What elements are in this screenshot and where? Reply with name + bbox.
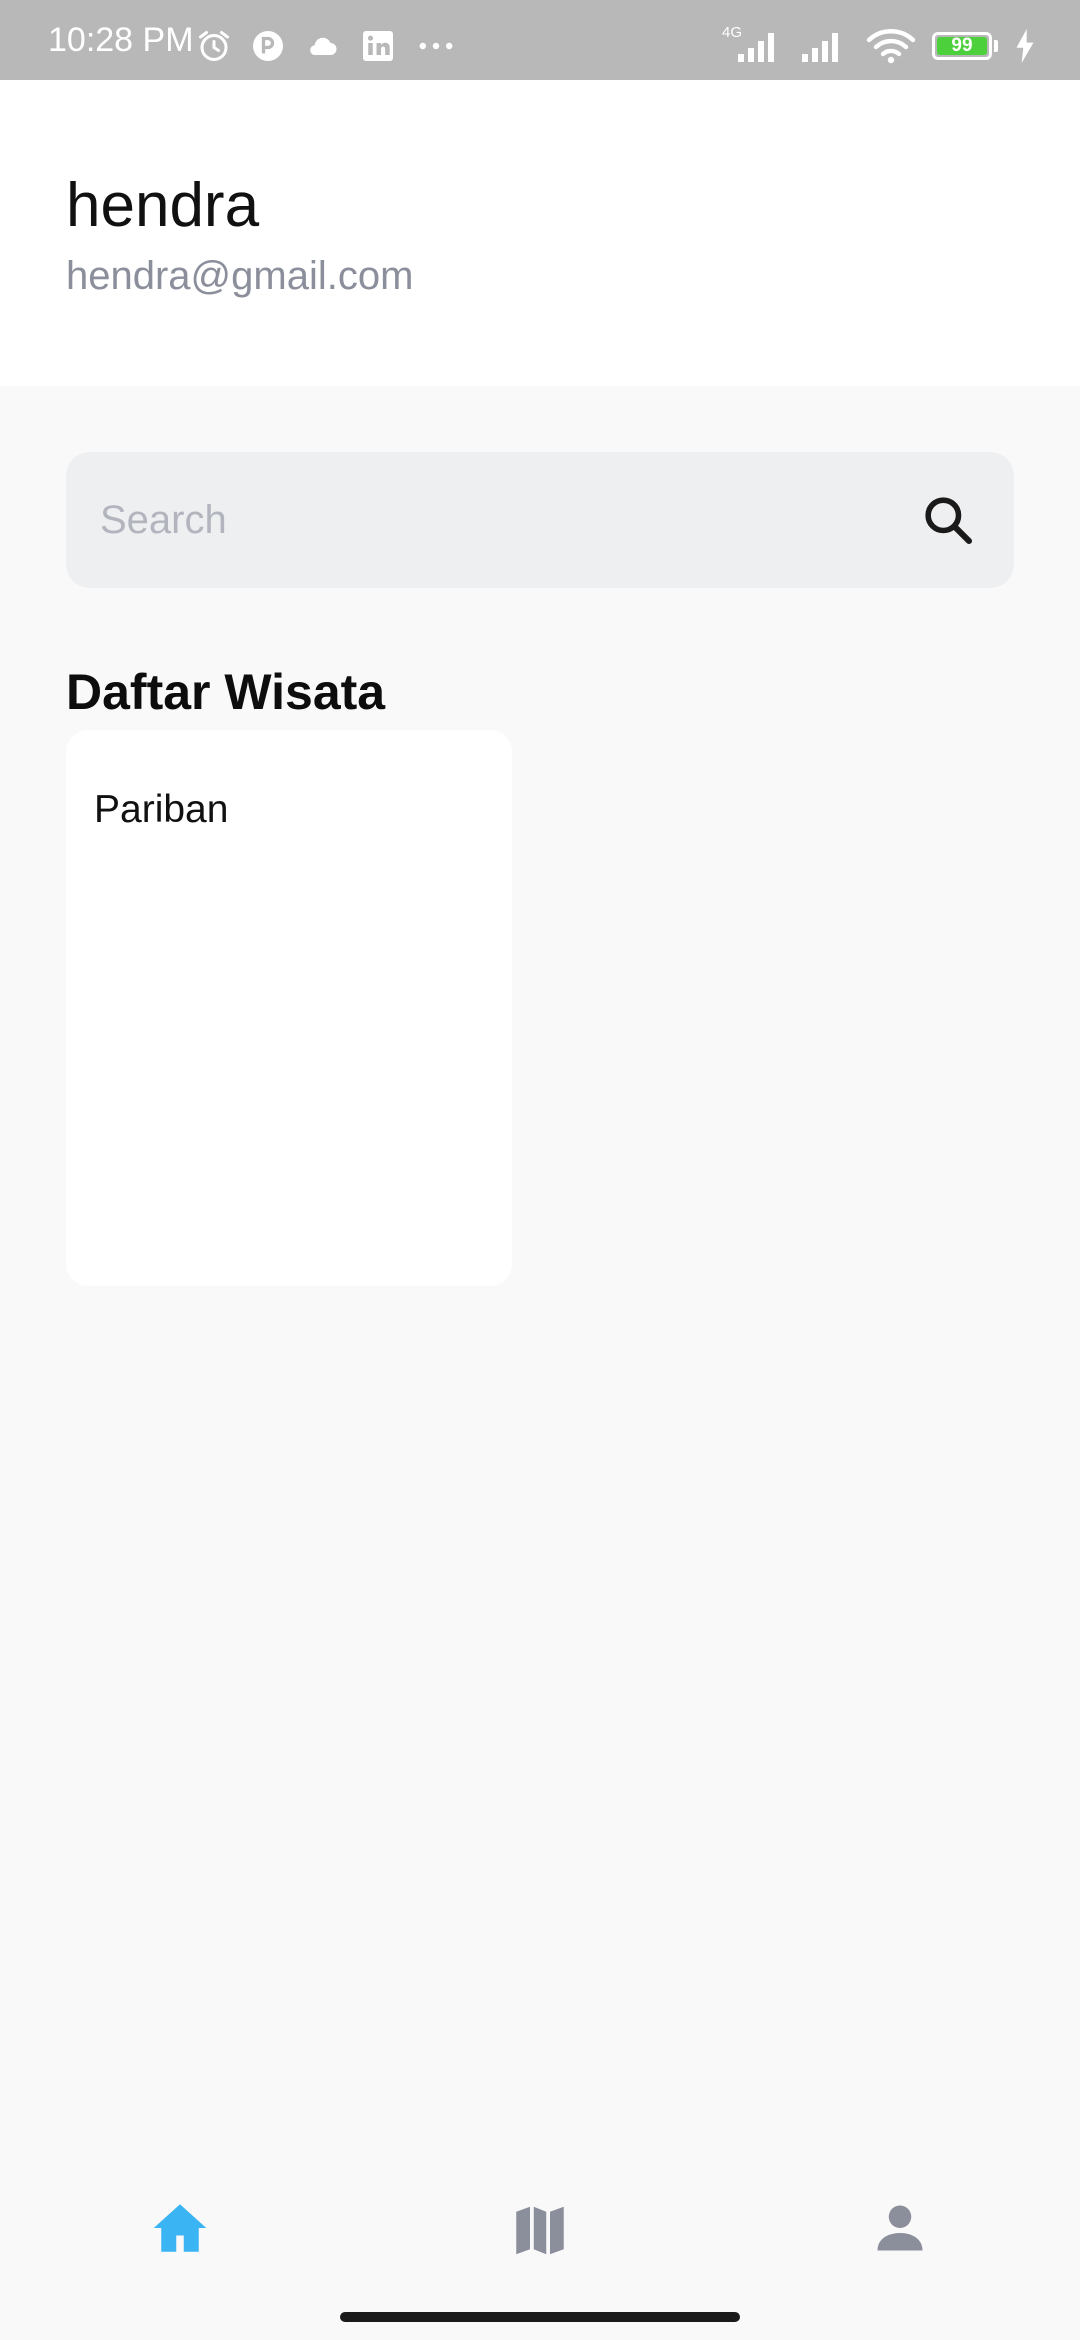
destination-card[interactable]: Pariban	[66, 730, 512, 1286]
signal-icon	[802, 33, 838, 62]
home-icon	[153, 2204, 207, 2252]
battery-level: 99	[951, 35, 973, 56]
home-indicator	[340, 2312, 740, 2322]
battery-cap	[994, 40, 998, 52]
user-name: hendra	[66, 171, 260, 240]
status-notification-icons	[196, 26, 458, 66]
user-email: hendra@gmail.com	[66, 254, 414, 298]
status-time: 10:28 PM	[48, 21, 194, 59]
battery-icon: 99	[932, 32, 992, 60]
search-icon[interactable]	[920, 492, 976, 548]
signal-4g-icon: 4G	[718, 24, 782, 64]
nav-item-profile[interactable]	[800, 2168, 1000, 2288]
status-system-icons: 4G 99	[718, 24, 1036, 66]
status-bar: 10:28 PM 4G 99	[0, 0, 1080, 80]
person-icon	[877, 2205, 923, 2251]
alarm-icon	[199, 31, 229, 61]
bottom-navigation	[0, 2160, 1080, 2296]
wifi-icon	[866, 29, 916, 64]
profile-header: hendra hendra@gmail.com	[0, 80, 1080, 386]
nav-item-home[interactable]	[80, 2168, 280, 2288]
linkedin-icon	[363, 31, 393, 61]
search-bar[interactable]	[66, 452, 1014, 588]
charging-icon	[1016, 29, 1034, 63]
destination-name: Pariban	[94, 788, 229, 831]
more-dots-icon	[419, 42, 453, 50]
app-badge-icon	[253, 31, 283, 61]
search-input[interactable]	[100, 486, 900, 554]
section-title: Daftar Wisata	[66, 664, 386, 720]
map-icon	[516, 2206, 564, 2255]
nav-item-map[interactable]	[440, 2168, 640, 2288]
cloud-icon	[310, 37, 337, 55]
